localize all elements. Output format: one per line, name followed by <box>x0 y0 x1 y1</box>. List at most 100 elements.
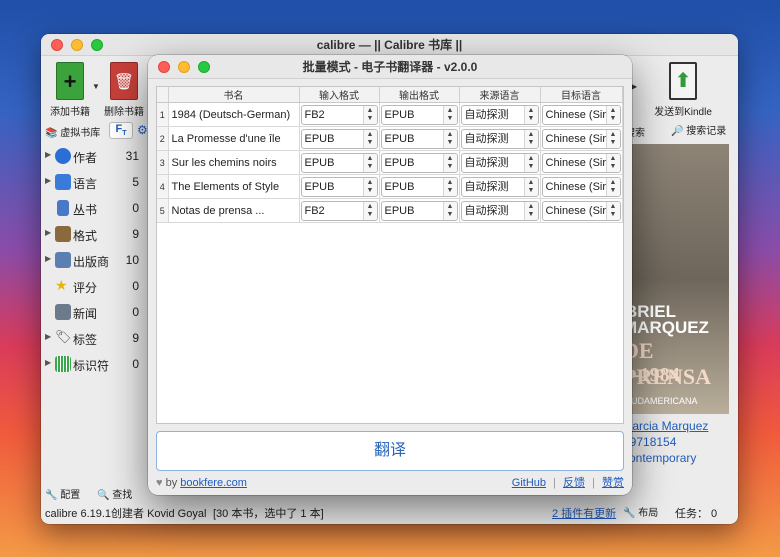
table-row[interactable]: 5 Notas de prensa ... FB2 ▲ ▼ EPUB ▲ ▼ 自动探测 ▲ ▼ Chi… <box>157 198 623 223</box>
dialog-zoom-button[interactable] <box>198 61 210 73</box>
output-format-select[interactable]: EPUB ▲ ▼ <box>380 104 458 125</box>
book-cover[interactable]: BRIEL MARQUEZ DE PRENSA 0-1984 SUDAMERIC… <box>623 144 729 414</box>
expand-arrow-icon[interactable]: ▶ <box>45 228 51 237</box>
zoom-button[interactable] <box>91 39 103 51</box>
layout-button[interactable]: 🔧 布局 <box>623 504 658 524</box>
remove-books-label: 删除书籍 <box>104 107 144 118</box>
github-link[interactable]: GitHub <box>512 477 546 489</box>
jobs-status[interactable]: 任务： 0 <box>675 504 717 524</box>
target-language-select[interactable]: Chinese (Sir ▲ ▼ <box>541 176 621 197</box>
expand-arrow-icon[interactable]: ▶ <box>45 332 51 341</box>
sidebar-item-label: 出版商 <box>73 255 110 269</box>
sidebar-item-authors[interactable]: ▶ 作者 31 <box>41 144 143 170</box>
output-format-select[interactable]: EPUB ▲ ▼ <box>380 200 458 221</box>
sidebar-item-rating[interactable]: ★ 评分 0 <box>41 274 143 300</box>
source-language-select[interactable]: 自动探测 ▲ ▼ <box>460 128 539 149</box>
detail-author-link[interactable]: Garcia Marquez <box>623 418 708 434</box>
sort-tag-button[interactable]: FT <box>109 122 133 139</box>
detail-identifier-link[interactable]: 39718154 <box>623 434 708 450</box>
column-header-title[interactable]: 书名 <box>168 87 300 103</box>
source-language-value: 自动探测 <box>464 180 509 193</box>
source-language-cell: 自动探测 ▲ ▼ <box>459 174 541 199</box>
gear-icon[interactable]: ⚙ <box>137 123 148 137</box>
table-row[interactable]: 3 Sur les chemins noirs EPUB ▲ ▼ EPUB ▲ ▼ 自动探测 ▲ ▼… <box>157 150 623 175</box>
send-to-kindle-button[interactable]: ⬆ 发送到Kindle <box>647 62 719 118</box>
table-row[interactable]: 1 1984 (Deutsch-German) FB2 ▲ ▼ EPUB ▲ ▼ 自动探测 ▲ ▼ C… <box>157 102 623 127</box>
column-header-input-format[interactable]: 输入格式 <box>299 87 380 103</box>
search-history-label: 搜索记录 <box>686 126 727 137</box>
sidebar-item-series[interactable]: 丛书 0 <box>41 196 143 222</box>
add-books-button[interactable]: + 添加书籍 <box>47 62 93 118</box>
target-language-select[interactable]: Chinese (Sir ▲ ▼ <box>541 104 621 125</box>
target-language-cell: Chinese (Sir ▲ ▼ <box>540 150 623 175</box>
find-button[interactable]: 🔍 查找 <box>97 486 132 501</box>
donate-link[interactable]: 赞赏 <box>602 477 624 489</box>
remove-books-button[interactable]: 🗑 删除书籍 <box>101 62 147 118</box>
formats-icon <box>55 226 71 242</box>
close-button[interactable] <box>51 39 63 51</box>
feedback-link[interactable]: 反馈 <box>563 477 585 489</box>
sidebar-item-languages[interactable]: ▶ 语言 5 <box>41 170 143 196</box>
sidebar-item-count: 5 <box>132 175 139 189</box>
send-to-kindle-label: 发送到Kindle <box>654 107 712 118</box>
column-header-output-format[interactable]: 输出格式 <box>379 87 460 103</box>
book-title-cell[interactable]: 1984 (Deutsch-German) <box>168 102 300 127</box>
output-format-select[interactable]: EPUB ▲ ▼ <box>380 176 458 197</box>
main-titlebar: calibre — || Calibre 书库 || <box>41 34 738 56</box>
input-format-select[interactable]: EPUB ▲ ▼ <box>300 176 378 197</box>
dialog-title: 批量模式 - 电子书翻译器 - v2.0.0 <box>302 60 478 74</box>
sidebar-item-tags[interactable]: ▶ 🏷 标签 9 <box>41 326 143 352</box>
column-header-source-language[interactable]: 来源语言 <box>459 87 541 103</box>
target-language-select[interactable]: Chinese (Sir ▲ ▼ <box>541 152 621 173</box>
output-format-select[interactable]: EPUB ▲ ▼ <box>380 152 458 173</box>
book-title-cell[interactable]: Notas de prensa ... <box>168 198 300 223</box>
cover-text-line: SUDAMERICANA <box>625 396 698 406</box>
updown-arrows-icon: ▲ ▼ <box>523 105 538 124</box>
sidebar-item-formats[interactable]: ▶ 格式 9 <box>41 222 143 248</box>
updown-arrows-icon: ▲ ▼ <box>362 129 377 148</box>
source-language-select[interactable]: 自动探测 ▲ ▼ <box>460 152 539 173</box>
book-title-cell[interactable]: The Elements of Style <box>168 174 300 199</box>
updown-arrows-icon: ▲ ▼ <box>362 105 377 124</box>
table-row[interactable]: 2 La Promesse d'une île EPUB ▲ ▼ EPUB ▲ ▼ 自动探测 ▲ ▼… <box>157 126 623 151</box>
book-title-cell[interactable]: Sur les chemins noirs <box>168 150 300 175</box>
updown-arrows-icon: ▲ ▼ <box>605 201 620 220</box>
input-format-select[interactable]: FB2 ▲ ▼ <box>300 200 378 221</box>
expand-arrow-icon[interactable]: ▶ <box>45 150 51 159</box>
minimize-button[interactable] <box>71 39 83 51</box>
dialog-close-button[interactable] <box>158 61 170 73</box>
expand-arrow-icon[interactable]: ▶ <box>45 176 51 185</box>
search-history-button[interactable]: 🔎 搜索记录 <box>671 122 726 137</box>
plugin-updates-link[interactable]: 2 插件有更新 <box>552 504 616 524</box>
output-format-value: EPUB <box>384 156 415 169</box>
source-language-select[interactable]: 自动探测 ▲ ▼ <box>460 104 539 125</box>
column-header-target-language[interactable]: 目标语言 <box>540 87 623 103</box>
expand-arrow-icon[interactable]: ▶ <box>45 254 51 263</box>
updown-arrows-icon: ▲ ▼ <box>605 177 620 196</box>
bookfere-link[interactable]: bookfere.com <box>180 477 247 489</box>
target-language-select[interactable]: Chinese (Sir ▲ ▼ <box>541 128 621 149</box>
table-row[interactable]: 4 The Elements of Style EPUB ▲ ▼ EPUB ▲ ▼ 自动探测 ▲ ▼… <box>157 174 623 199</box>
input-format-select[interactable]: FB2 ▲ ▼ <box>300 104 378 125</box>
source-language-select[interactable]: 自动探测 ▲ ▼ <box>460 200 539 221</box>
input-format-select[interactable]: EPUB ▲ ▼ <box>300 152 378 173</box>
sidebar-item-identifiers[interactable]: ▶ 标识符 0 <box>41 352 143 378</box>
source-language-select[interactable]: 自动探测 ▲ ▼ <box>460 176 539 197</box>
input-format-select[interactable]: EPUB ▲ ▼ <box>300 128 378 149</box>
row-number-cell: 3 <box>157 150 169 175</box>
preferences-button[interactable]: 🔧 配置 <box>45 486 80 501</box>
sidebar-item-publishers[interactable]: ▶ 出版商 10 <box>41 248 143 274</box>
virtual-library-button[interactable]: 📚 虚拟书库 <box>45 124 100 139</box>
dialog-minimize-button[interactable] <box>178 61 190 73</box>
book-title-cell[interactable]: La Promesse d'une île <box>168 126 300 151</box>
detail-tag-link[interactable]: contemporary <box>623 450 708 466</box>
output-format-select[interactable]: EPUB ▲ ▼ <box>380 128 458 149</box>
add-books-dropdown-icon[interactable]: ▼ <box>92 82 100 91</box>
sidebar-item-count: 0 <box>132 357 139 371</box>
expand-arrow-icon[interactable]: ▶ <box>45 358 51 367</box>
source-language-value: 自动探测 <box>464 156 509 169</box>
translate-button[interactable]: 翻译 <box>156 431 624 471</box>
target-language-select[interactable]: Chinese (Sir ▲ ▼ <box>541 200 621 221</box>
find-icon: 🔍 <box>97 490 110 501</box>
sidebar-item-news[interactable]: 新闻 0 <box>41 300 143 326</box>
